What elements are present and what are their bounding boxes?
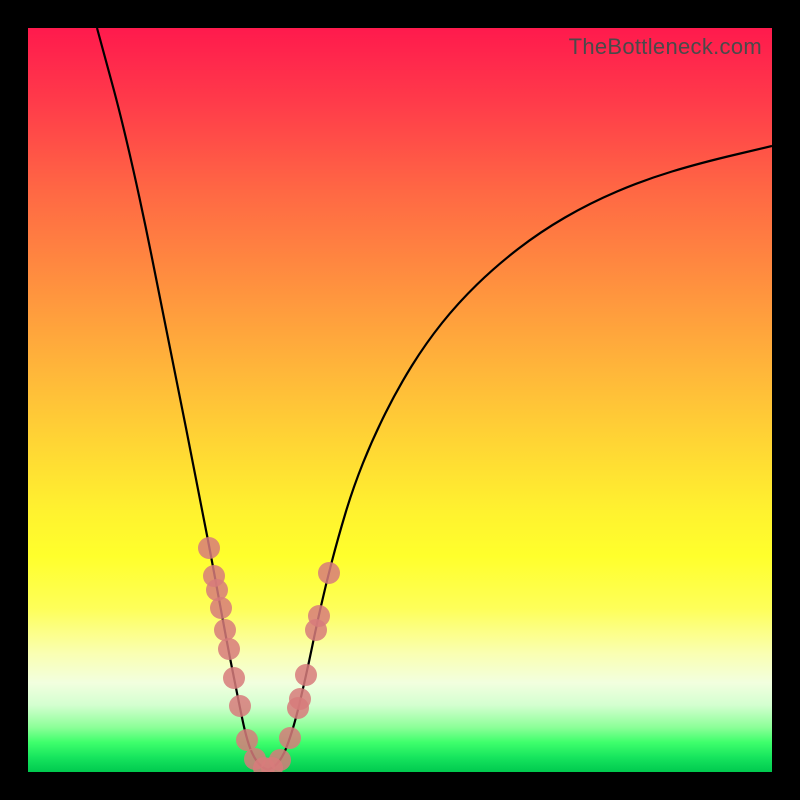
markers-left-group [198, 537, 275, 772]
data-marker [229, 695, 251, 717]
data-marker [295, 664, 317, 686]
markers-right-group [261, 562, 340, 772]
data-marker [218, 638, 240, 660]
data-marker [236, 729, 258, 751]
plot-area: TheBottleneck.com [28, 28, 772, 772]
data-marker [269, 749, 291, 771]
data-marker [289, 688, 311, 710]
data-marker [279, 727, 301, 749]
curve-svg [28, 28, 772, 772]
data-marker [223, 667, 245, 689]
data-marker [214, 619, 236, 641]
data-marker [318, 562, 340, 584]
data-marker [210, 597, 232, 619]
curve-left-branch [97, 28, 268, 770]
curve-right-branch [268, 146, 772, 770]
data-marker [308, 605, 330, 627]
chart-frame: TheBottleneck.com [0, 0, 800, 800]
data-marker [198, 537, 220, 559]
